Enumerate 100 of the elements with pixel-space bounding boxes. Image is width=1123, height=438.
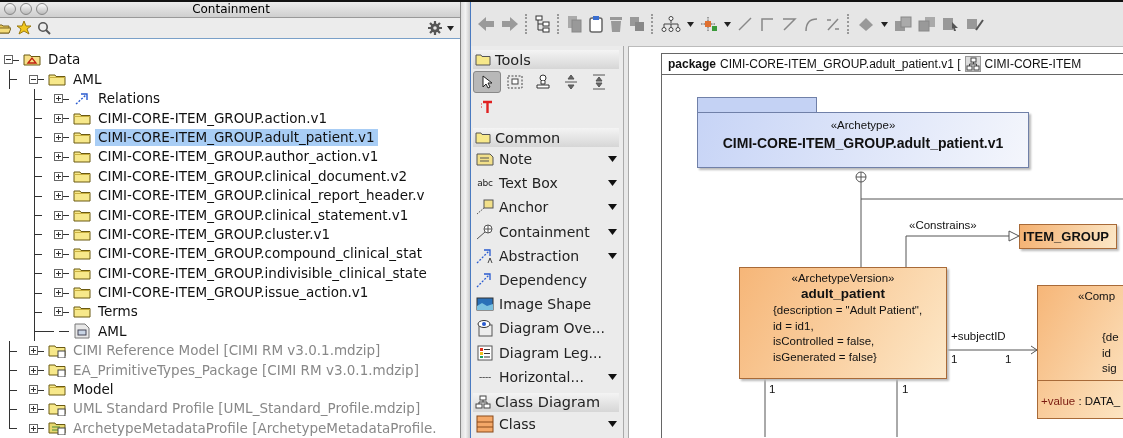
expand-icon[interactable] [29, 423, 38, 433]
caret-icon[interactable] [687, 21, 694, 27]
expand-icon[interactable] [54, 94, 63, 104]
tree-icon[interactable] [535, 15, 551, 33]
tree-item[interactable]: Model [70, 381, 117, 398]
expand-icon[interactable] [54, 249, 63, 259]
palette-item[interactable]: Anchor [473, 195, 619, 220]
star-icon[interactable] [16, 20, 32, 36]
expand-icon[interactable] [54, 113, 63, 123]
dashed-line-icon: ---- [479, 371, 491, 382]
brush-icon[interactable] [966, 16, 984, 32]
palette-item[interactable]: abc Text Box [473, 171, 619, 196]
collapse-icon[interactable] [29, 74, 38, 84]
tree-item[interactable]: CIMI-CORE-ITEM_GROUP.action.v1 [95, 109, 330, 127]
expand-icon[interactable] [54, 132, 63, 142]
layout-icon[interactable] [700, 16, 718, 32]
caret-icon[interactable] [608, 420, 617, 427]
tree-item[interactable]: AML [95, 322, 130, 340]
palette-item[interactable]: Image Shape [473, 292, 619, 317]
connector-line [764, 378, 766, 437]
legend-icon [477, 344, 493, 361]
tree-item[interactable]: CIMI-CORE-ITEM_GROUP.author_action.v1 [95, 148, 382, 166]
tree-item[interactable]: CIMI-CORE-ITEM_GROUP.cluster.v1 [95, 225, 334, 243]
tree-item[interactable]: CIMI Reference Model [CIMI RM v3.0.1.mdzip] [70, 342, 384, 360]
settings-icon[interactable] [428, 21, 442, 35]
caret-icon[interactable] [608, 156, 617, 163]
tree-item[interactable]: CIMI-CORE-ITEM_GROUP.indivisible_clinical_state [95, 264, 430, 282]
expand-icon[interactable] [54, 152, 63, 162]
tree-item[interactable]: ArchetypeMetadataProfile [ArchetypeMetadataProfile. [70, 419, 440, 437]
minimize-button[interactable] [20, 3, 32, 16]
zoom-button[interactable] [36, 3, 48, 16]
search-icon[interactable] [37, 21, 51, 35]
caret-icon[interactable] [881, 21, 888, 27]
tree-item[interactable]: CIMI-CORE-ITEM_GROUP.issue_action.v1 [95, 284, 372, 302]
folder-icon [23, 53, 41, 67]
expand-icon[interactable] [54, 268, 63, 278]
tree-item[interactable]: EA_PrimitiveTypes_Package [CIMI RM v3.0.1.mdzip] [70, 361, 422, 379]
tree-item[interactable]: CIMI-CORE-ITEM_GROUP.clinical_document.v2 [95, 167, 410, 185]
close-button[interactable] [4, 3, 16, 16]
palette-item[interactable]: Note [473, 147, 619, 172]
palette-item[interactable]: Abstraction [473, 243, 619, 268]
paste-icon[interactable] [589, 15, 603, 33]
split-line-icon[interactable] [825, 16, 841, 32]
tree-item[interactable]: CIMI-CORE-ITEM_GROUP.clinical_statement.v1 [95, 206, 412, 224]
caret-icon[interactable] [608, 252, 617, 259]
expand-icon[interactable] [54, 191, 63, 201]
send-back-icon[interactable] [918, 16, 936, 32]
image-icon [476, 297, 494, 312]
hierarchy-icon[interactable] [661, 16, 681, 32]
expand-icon[interactable] [54, 288, 63, 298]
angled-line-icon[interactable] [781, 16, 797, 32]
palette-item[interactable]: Containment [473, 219, 619, 244]
diagram-icon [475, 395, 491, 410]
palette-item[interactable]: Diagram Leg... [473, 340, 619, 365]
folder-open-icon[interactable] [0, 21, 11, 35]
copy-icon[interactable] [567, 15, 583, 33]
caret-icon[interactable] [724, 21, 731, 27]
expand-icon[interactable] [29, 404, 38, 414]
expand-icon[interactable] [54, 171, 63, 181]
expand-icon[interactable] [29, 365, 38, 375]
folder-icon [48, 383, 66, 396]
palette-item[interactable]: Diagram Ove... [473, 316, 619, 341]
tree-item[interactable]: AML [70, 70, 105, 88]
expand-icon[interactable] [54, 210, 63, 220]
folder-icon [73, 150, 91, 164]
select-icon[interactable] [942, 16, 960, 32]
tree-item[interactable]: Relations [95, 90, 163, 108]
tree-item[interactable]: UML Standard Profile [UML_Standard_Profile.mdzip] [70, 400, 424, 418]
caret-icon[interactable] [447, 25, 454, 31]
tree-item[interactable]: CIMI-CORE-ITEM_GROUP.compound_clinical_stat [95, 245, 425, 263]
expand-icon[interactable] [29, 385, 38, 394]
bring-front-icon[interactable] [894, 16, 912, 32]
role-label: +subjectID [951, 330, 1006, 342]
expand-icon[interactable] [54, 229, 63, 239]
caret-icon[interactable] [608, 373, 617, 380]
multiplicity-label: 1 [1005, 353, 1012, 365]
collapse-icon[interactable] [4, 55, 13, 65]
palette-group-header[interactable]: Common [473, 128, 619, 147]
palette-group-header[interactable]: Class Diagram [473, 392, 619, 412]
caret-icon[interactable] [608, 204, 617, 211]
expand-icon[interactable] [29, 346, 38, 356]
line-icon[interactable] [737, 16, 753, 32]
curve-icon[interactable] [803, 16, 819, 32]
windows-icon[interactable] [629, 16, 645, 32]
package-name: CIMI-CORE-ITEM_GROUP.adult_patient.v1 [722, 135, 1004, 151]
palette-item[interactable]: Class [473, 411, 619, 437]
tool-button[interactable] [473, 71, 501, 93]
multiplicity-label: 1 [902, 383, 909, 395]
tree-item[interactable]: Data [45, 51, 84, 69]
expand-icon[interactable] [54, 307, 63, 317]
caret-icon[interactable] [608, 180, 617, 187]
tree-item[interactable]: CIMI-CORE-ITEM_GROUP.adult_patient.v1 [95, 128, 378, 146]
tree-item[interactable]: CIMI-CORE-ITEM_GROUP.clinical_report_header.v [95, 187, 428, 205]
palette-item[interactable]: ---- Horizontal... [473, 364, 619, 389]
palette-item[interactable]: Dependency [473, 267, 619, 293]
tree-item[interactable]: Terms [95, 303, 141, 321]
palette-group-header[interactable]: Tools [473, 50, 619, 69]
splitter[interactable] [461, 2, 471, 438]
caret-icon[interactable] [608, 228, 617, 235]
folder-icon [73, 305, 91, 319]
